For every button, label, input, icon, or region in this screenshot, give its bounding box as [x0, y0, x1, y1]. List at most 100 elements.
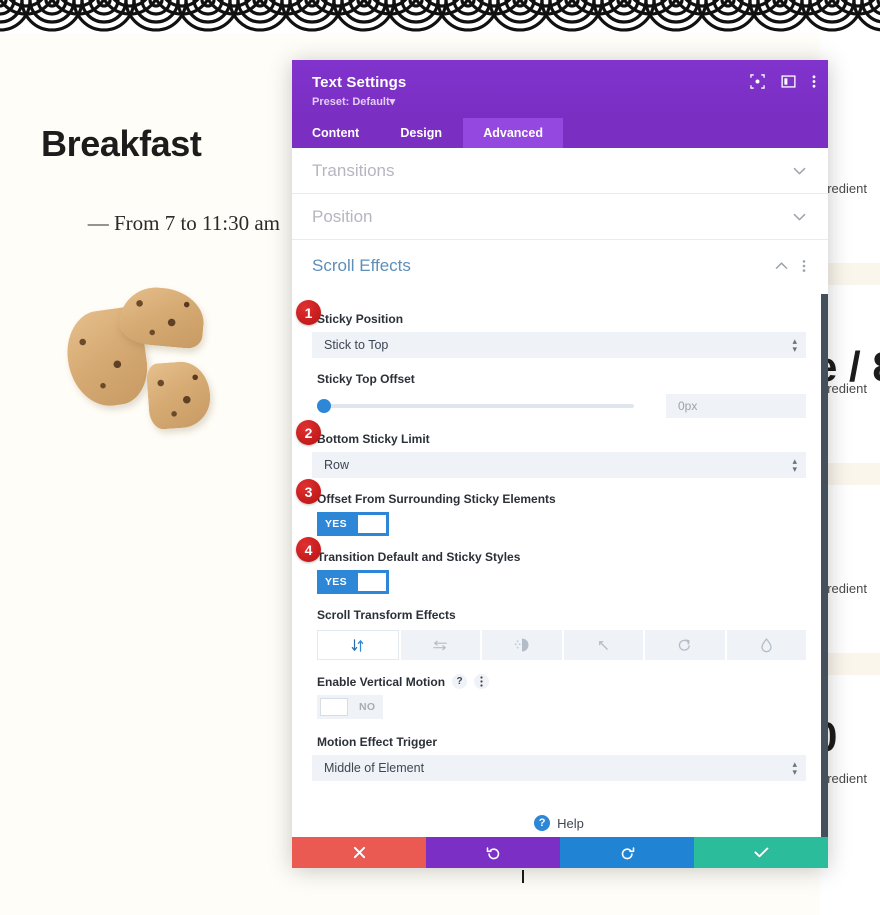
- preset-selector[interactable]: Preset: Default▾: [312, 95, 810, 108]
- help-icon: ?: [534, 815, 551, 831]
- ingredient-text-fragment: gredient: [820, 181, 867, 196]
- field-motion-effect-trigger: Motion Effect Trigger Middle of Element …: [312, 735, 806, 781]
- seigaiha-wave-pattern-border: [0, 0, 880, 33]
- select-spinner-icon: ▴ ▾: [792, 456, 797, 474]
- ingredient-row-stripe: [820, 463, 880, 485]
- accordion-scroll-effects-label: Scroll Effects: [312, 256, 411, 275]
- help-link[interactable]: ? Help: [534, 815, 584, 831]
- field-sticky-position: Sticky Position Stick to Top ▴ ▾: [312, 312, 806, 358]
- bottom-sticky-limit-select[interactable]: Row ▴ ▾: [312, 452, 806, 478]
- select-spinner-icon: ▴ ▾: [792, 336, 797, 354]
- split-panel-icon[interactable]: [781, 74, 796, 89]
- chevron-down-icon[interactable]: [793, 211, 806, 223]
- transition-styles-toggle[interactable]: YES: [317, 570, 389, 594]
- accordion-position[interactable]: Position: [292, 194, 828, 240]
- recipe-ingredients-column-clipped: )grediente / 8gredientgredient0gredient: [820, 33, 880, 915]
- motion-effect-trigger-value: Middle of Element: [324, 761, 425, 775]
- field-scroll-transform-effects: Scroll Transform Effects: [312, 608, 806, 660]
- enable-vertical-motion-toggle-value: NO: [359, 701, 376, 713]
- sticky-position-label: Sticky Position: [317, 312, 404, 326]
- scaling-up-down-icon[interactable]: [563, 630, 643, 660]
- ingredient-row-stripe: [820, 263, 880, 285]
- transition-styles-toggle-value: YES: [325, 576, 347, 588]
- callout-badge-4: 4: [296, 537, 321, 562]
- scroll-effects-section: Sticky Position Stick to Top ▴ ▾ Sticky T…: [292, 292, 828, 837]
- preset-label: Preset: Default: [312, 96, 390, 108]
- field-offset-surrounding: Offset From Surrounding Sticky Elements …: [312, 492, 806, 536]
- modal-scrollbar[interactable]: [821, 294, 828, 837]
- field-transition-styles: Transition Default and Sticky Styles YES: [312, 550, 806, 594]
- sticky-top-offset-slider[interactable]: [317, 399, 634, 413]
- fading-in-out-icon[interactable]: [482, 630, 562, 660]
- chevron-up-icon[interactable]: [775, 260, 788, 272]
- sticky-top-offset-label: Sticky Top Offset: [317, 372, 415, 386]
- motion-effect-trigger-select[interactable]: Middle of Element ▴ ▾: [312, 755, 806, 781]
- page-subtitle: — From 7 to 11:30 am: [87, 211, 280, 235]
- offset-surrounding-toggle-value: YES: [325, 518, 347, 530]
- page-title: Breakfast: [41, 123, 202, 164]
- field-enable-vertical-motion: Enable Vertical Motion ? NO: [312, 674, 806, 721]
- scroll-transform-effects-tabs: [317, 630, 806, 660]
- preset-caret-icon: ▾: [389, 96, 396, 108]
- undo-button[interactable]: [426, 837, 560, 868]
- save-button[interactable]: [694, 837, 828, 868]
- text-cursor-artifact: [522, 870, 524, 883]
- sticky-position-value: Stick to Top: [324, 338, 389, 352]
- tab-advanced[interactable]: Advanced: [463, 118, 563, 148]
- accordion-transitions-label: Transitions: [312, 160, 395, 180]
- text-settings-modal: Text Settings Preset: Default▾ Content D…: [292, 60, 828, 868]
- redo-button[interactable]: [560, 837, 694, 868]
- blurring-icon[interactable]: [726, 630, 806, 660]
- help-label: Help: [557, 815, 584, 831]
- more-options-icon[interactable]: [812, 74, 816, 89]
- accordion-scroll-effects[interactable]: Scroll Effects: [292, 240, 828, 292]
- bottom-sticky-limit-label: Bottom Sticky Limit: [317, 432, 430, 446]
- focus-target-icon[interactable]: [750, 74, 765, 89]
- modal-header: Text Settings Preset: Default▾: [292, 60, 828, 118]
- enable-vertical-motion-label: Enable Vertical Motion ?: [317, 674, 806, 689]
- recipe-intro-column: Breakfast — From 7 to 11:30 am: [0, 33, 292, 915]
- scroll-transform-effects-label: Scroll Transform Effects: [317, 608, 456, 622]
- sticky-position-select[interactable]: Stick to Top ▴ ▾: [312, 332, 806, 358]
- callout-badge-2: 2: [296, 420, 321, 445]
- cookie-photo: [61, 284, 242, 448]
- ingredient-text-fragment: gredient: [820, 581, 867, 596]
- motion-effect-trigger-label: Motion Effect Trigger: [317, 735, 437, 749]
- modal-body: Transitions Position Scroll Effects Stic…: [292, 148, 828, 837]
- enable-vertical-motion-text: Enable Vertical Motion: [317, 674, 446, 689]
- ingredient-text-fragment: gredient: [820, 381, 867, 396]
- accordion-position-label: Position: [312, 206, 373, 226]
- bottom-sticky-limit-value: Row: [324, 458, 350, 472]
- horizontal-motion-icon[interactable]: [400, 630, 480, 660]
- ingredient-row-stripe: [820, 653, 880, 675]
- ingredient-text-fragment: gredient: [820, 771, 867, 786]
- vertical-motion-icon[interactable]: [317, 630, 399, 660]
- toggle-knob: [320, 698, 348, 716]
- cookie-piece-right: [145, 359, 213, 431]
- help-area: ? Help: [312, 783, 806, 837]
- field-sticky-top-offset: Sticky Top Offset 0px: [312, 372, 806, 418]
- more-options-icon[interactable]: [474, 674, 490, 689]
- sticky-top-offset-input[interactable]: 0px: [666, 394, 806, 418]
- tab-content[interactable]: Content: [292, 118, 379, 148]
- transition-styles-label: Transition Default and Sticky Styles: [317, 550, 521, 564]
- offset-surrounding-toggle[interactable]: YES: [317, 512, 389, 536]
- modal-action-bar: [292, 837, 828, 868]
- rotating-icon[interactable]: [645, 630, 725, 660]
- cancel-button[interactable]: [292, 837, 426, 868]
- offset-surrounding-label: Offset From Surrounding Sticky Elements: [317, 492, 556, 506]
- tab-design[interactable]: Design: [379, 118, 463, 148]
- accordion-transitions[interactable]: Transitions: [292, 148, 828, 194]
- enable-vertical-motion-toggle[interactable]: NO: [317, 695, 384, 719]
- field-bottom-sticky-limit: Bottom Sticky Limit Row ▴ ▾: [312, 432, 806, 478]
- modal-header-actions: [750, 74, 816, 89]
- callout-badge-3: 3: [296, 479, 321, 504]
- toggle-knob: [357, 515, 386, 533]
- scroll-effects-options-icon[interactable]: [802, 259, 806, 273]
- callout-badge-1: 1: [296, 300, 321, 325]
- help-question-icon[interactable]: ?: [452, 674, 468, 689]
- cookie-piece-top: [117, 284, 207, 350]
- chevron-down-icon[interactable]: [793, 165, 806, 177]
- slider-handle[interactable]: [317, 399, 331, 413]
- modal-tabs: Content Design Advanced: [292, 118, 828, 148]
